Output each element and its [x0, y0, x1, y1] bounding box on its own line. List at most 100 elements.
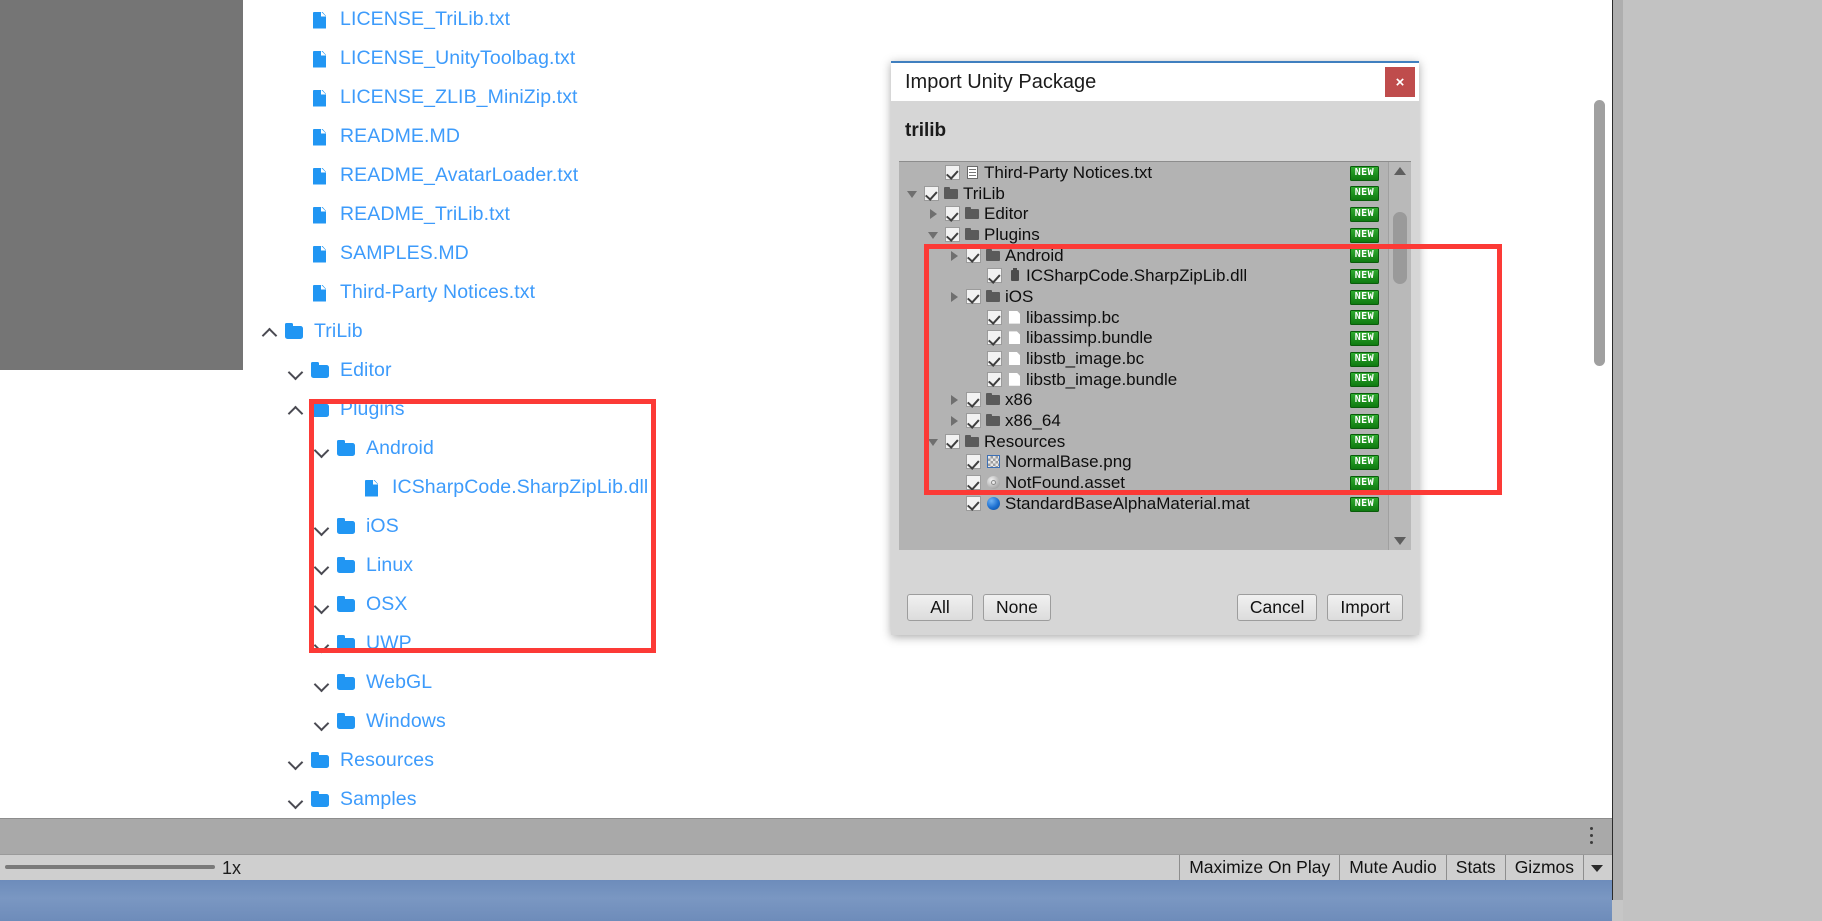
tree-item-label: TriLib — [314, 319, 363, 342]
row-checkbox[interactable] — [945, 164, 960, 180]
chevron-down-icon[interactable] — [287, 752, 305, 770]
chevron-down-icon[interactable] — [313, 518, 331, 536]
tree-item-label: README_AvatarLoader.txt — [340, 163, 579, 186]
overflow-menu-icon[interactable] — [1590, 827, 1594, 847]
package-list-row[interactable]: NotFound.asset NEW — [899, 472, 1389, 493]
package-item-name: libassimp.bundle — [1026, 328, 1153, 348]
package-list-scrollbar[interactable] — [1388, 162, 1411, 550]
zoom-slider[interactable] — [5, 865, 215, 869]
expander-placeholder-icon — [968, 310, 983, 325]
expander-right-icon[interactable] — [947, 289, 962, 304]
chevron-down-icon[interactable] — [313, 713, 331, 731]
expander-down-icon[interactable] — [926, 434, 941, 449]
row-checkbox[interactable] — [987, 268, 1002, 284]
package-list-row[interactable]: iOS NEW — [899, 286, 1389, 307]
row-checkbox[interactable] — [987, 351, 1002, 367]
chevron-placeholder-icon — [287, 11, 305, 29]
package-list-row[interactable]: NormalBase.png NEW — [899, 452, 1389, 473]
row-checkbox[interactable] — [987, 309, 1002, 325]
chevron-down-icon[interactable] — [313, 635, 331, 653]
row-checkbox[interactable] — [945, 226, 960, 242]
scrollbar-thumb[interactable] — [1393, 212, 1407, 284]
new-badge: NEW — [1349, 206, 1379, 222]
close-icon[interactable]: × — [1385, 67, 1415, 97]
row-checkbox[interactable] — [945, 433, 960, 449]
tree-row[interactable]: Windows — [243, 702, 1612, 741]
tree-row[interactable]: Resources — [243, 741, 1612, 780]
scroll-up-arrow-icon[interactable] — [1389, 162, 1411, 180]
package-item-name: Android — [1005, 245, 1064, 265]
maximize-on-play-button[interactable]: Maximize On Play — [1179, 855, 1339, 881]
tree-row[interactable]: LICENSE_TriLib.txt — [243, 0, 1612, 39]
tree-item-label: OSX — [366, 592, 408, 615]
package-list-row[interactable]: libassimp.bc NEW — [899, 307, 1389, 328]
package-list-row[interactable]: Android NEW — [899, 245, 1389, 266]
expander-right-icon[interactable] — [947, 248, 962, 263]
new-badge: NEW — [1349, 413, 1379, 429]
dll-icon — [1006, 268, 1022, 283]
row-checkbox[interactable] — [987, 371, 1002, 387]
file-icon — [311, 11, 331, 29]
package-item-name: x86_64 — [1005, 411, 1061, 431]
chevron-down-icon[interactable] — [313, 596, 331, 614]
package-list-row[interactable]: x86_64 NEW — [899, 410, 1389, 431]
package-contents-list[interactable]: Third-Party Notices.txt NEW TriLib NEW Edito… — [899, 162, 1389, 550]
package-list-row[interactable]: libstb_image.bc NEW — [899, 348, 1389, 369]
folder-icon — [964, 434, 980, 449]
expander-right-icon[interactable] — [947, 413, 962, 428]
project-tree-scrollbar[interactable] — [1594, 100, 1605, 366]
chevron-down-icon[interactable] — [313, 557, 331, 575]
row-checkbox[interactable] — [966, 454, 981, 470]
row-checkbox[interactable] — [966, 495, 981, 511]
package-item-name: libstb_image.bc — [1026, 349, 1145, 369]
package-list-row[interactable]: Editor NEW — [899, 203, 1389, 224]
tree-row[interactable]: Samples — [243, 780, 1612, 818]
tree-row[interactable]: WebGL — [243, 663, 1612, 702]
package-list-row[interactable]: libstb_image.bundle NEW — [899, 369, 1389, 390]
package-list-row[interactable]: StandardBaseAlphaMaterial.mat NEW — [899, 493, 1389, 514]
package-list-row[interactable]: ICSharpCode.SharpZipLib.dll NEW — [899, 265, 1389, 286]
select-all-button[interactable]: All — [907, 593, 973, 621]
package-list-row[interactable]: Resources NEW — [899, 431, 1389, 452]
package-list-row[interactable]: Third-Party Notices.txt NEW — [899, 162, 1389, 183]
expander-right-icon[interactable] — [947, 392, 962, 407]
row-checkbox[interactable] — [966, 475, 981, 491]
row-checkbox[interactable] — [924, 185, 939, 201]
package-list-row[interactable]: libassimp.bundle NEW — [899, 328, 1389, 349]
chevron-up-icon[interactable] — [287, 401, 305, 419]
select-none-button[interactable]: None — [983, 593, 1051, 621]
gizmos-dropdown-caret-icon[interactable] — [1583, 855, 1612, 881]
package-item-name: TriLib — [963, 183, 1005, 203]
chevron-down-icon[interactable] — [287, 362, 305, 380]
gizmos-button[interactable]: Gizmos — [1504, 855, 1583, 881]
tree-item-label: WebGL — [366, 670, 433, 693]
row-checkbox[interactable] — [945, 206, 960, 222]
expander-down-icon[interactable] — [926, 227, 941, 242]
package-list-row[interactable]: TriLib NEW — [899, 183, 1389, 204]
chevron-up-icon[interactable] — [261, 323, 279, 341]
row-checkbox[interactable] — [966, 288, 981, 304]
dialog-titlebar: Import Unity Package × — [891, 61, 1419, 101]
chevron-down-icon[interactable] — [287, 791, 305, 809]
mute-audio-button[interactable]: Mute Audio — [1339, 855, 1446, 881]
chevron-down-icon[interactable] — [313, 674, 331, 692]
package-name-label: trilib — [905, 120, 947, 141]
stats-button[interactable]: Stats — [1445, 855, 1505, 881]
new-badge: NEW — [1349, 434, 1379, 450]
import-button[interactable]: Import — [1327, 593, 1403, 621]
expander-right-icon[interactable] — [926, 206, 941, 221]
expander-down-icon[interactable] — [905, 186, 920, 201]
desktop-backdrop — [1623, 0, 1822, 921]
row-checkbox[interactable] — [966, 413, 981, 429]
scroll-down-arrow-icon[interactable] — [1389, 532, 1411, 550]
package-list-row[interactable]: x86 NEW — [899, 390, 1389, 411]
new-badge: NEW — [1349, 455, 1379, 471]
tree-item-label: ICSharpCode.SharpZipLib.dll — [392, 475, 649, 498]
cancel-button[interactable]: Cancel — [1236, 593, 1318, 621]
row-checkbox[interactable] — [966, 392, 981, 408]
chevron-down-icon[interactable] — [313, 440, 331, 458]
tree-item-label: Resources — [340, 748, 435, 771]
row-checkbox[interactable] — [966, 247, 981, 263]
row-checkbox[interactable] — [987, 330, 1002, 346]
package-list-row[interactable]: Plugins NEW — [899, 224, 1389, 245]
